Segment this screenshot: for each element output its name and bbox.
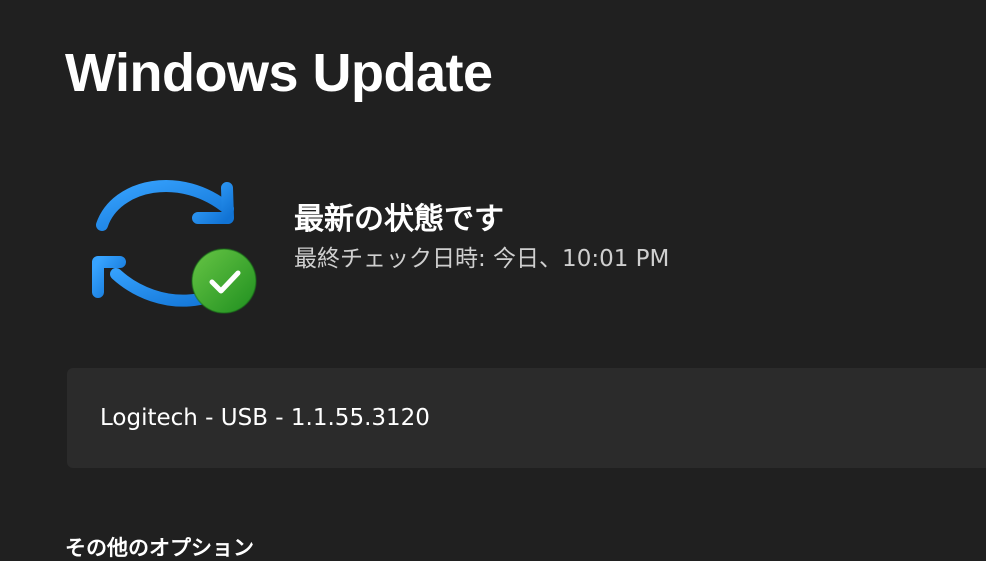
update-item-label: Logitech - USB - 1.1.55.3120 — [100, 405, 430, 431]
status-title: 最新の状態です — [294, 202, 504, 237]
status-text-block: 最新の状態です 最終チェック日時: 今日、10:01 PM — [294, 202, 669, 274]
sync-icon — [82, 170, 262, 315]
sync-icon-graphic — [92, 180, 257, 314]
update-list-item[interactable]: Logitech - USB - 1.1.55.3120 — [67, 368, 986, 468]
more-options-heading: その他のオプション — [65, 536, 254, 560]
update-status: 最新の状態です 最終チェック日時: 今日、10:01 PM — [82, 170, 682, 320]
page-title: Windows Update — [65, 43, 493, 103]
last-checked-text: 最終チェック日時: 今日、10:01 PM — [294, 246, 670, 272]
checkmark-icon — [191, 248, 257, 314]
